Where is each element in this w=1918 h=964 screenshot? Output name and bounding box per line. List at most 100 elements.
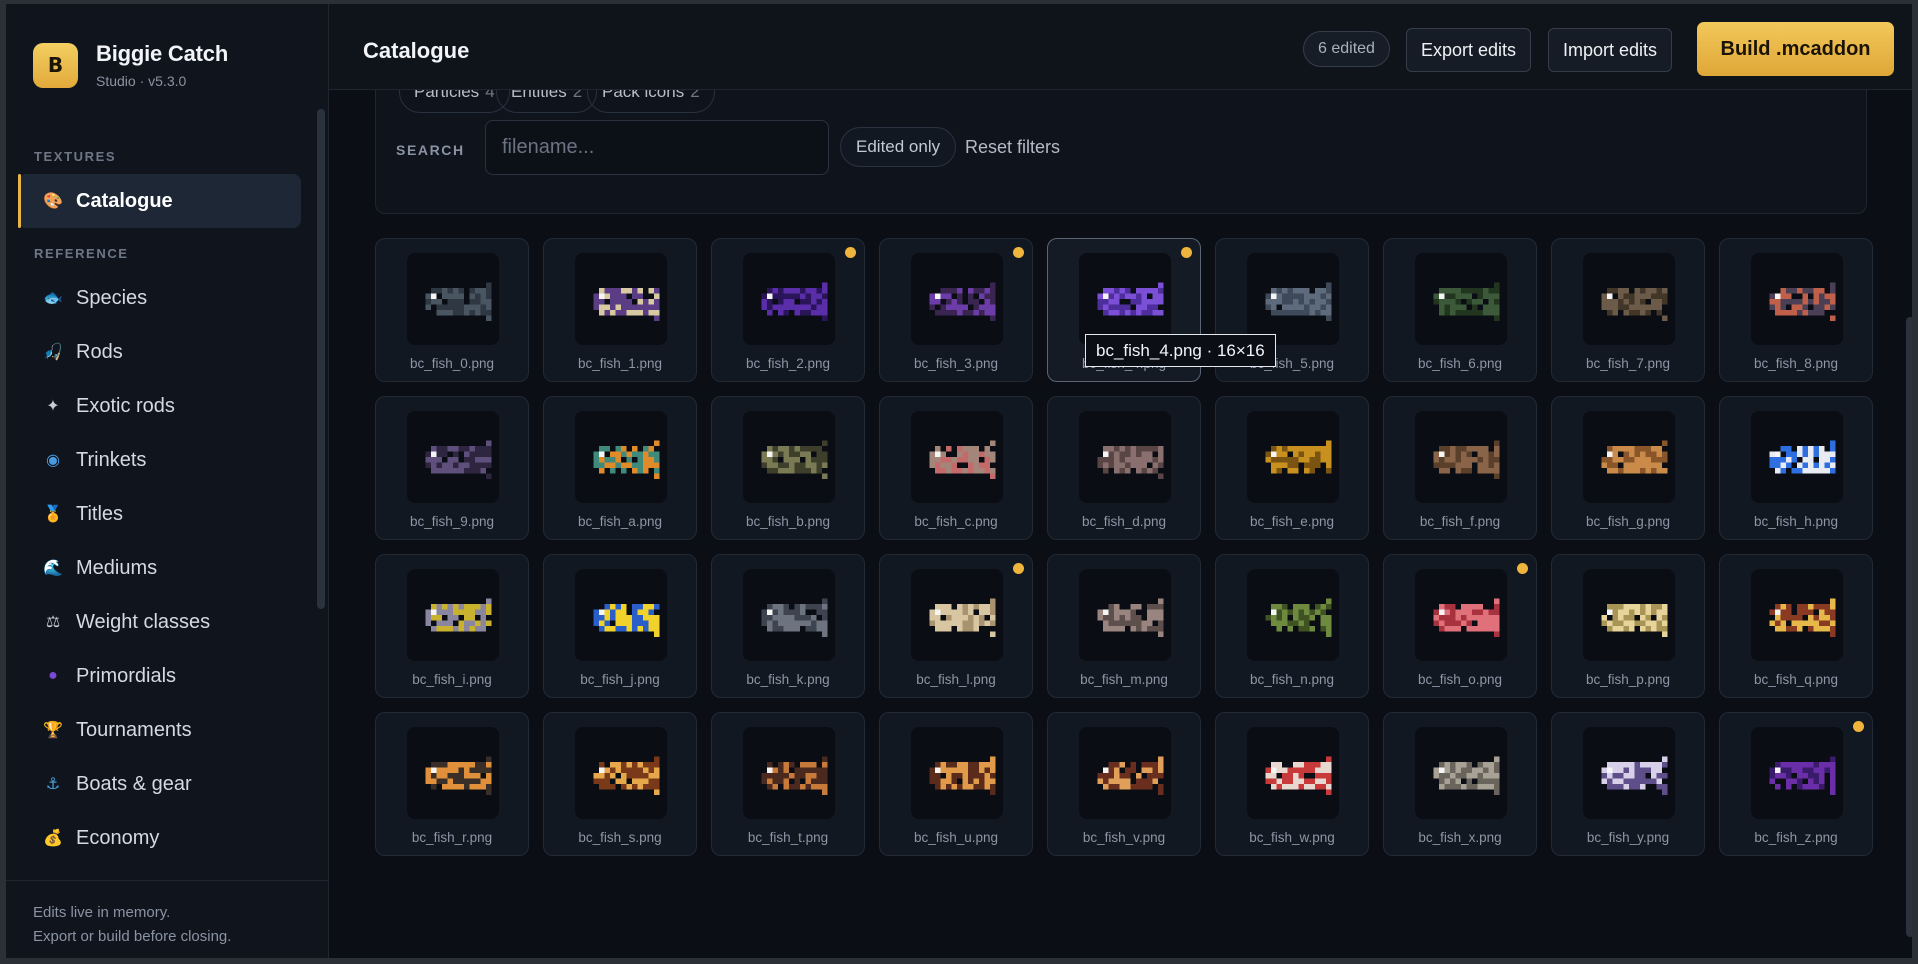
fish-sprite (593, 604, 660, 637)
search-input[interactable] (485, 120, 829, 175)
texture-tile[interactable]: bc_fish_3.png (879, 238, 1033, 382)
fish-sprite (761, 756, 828, 795)
sidebar-item-label: Primordials (76, 664, 177, 687)
build-mcaddon-button[interactable]: Build .mcaddon (1697, 22, 1894, 76)
edited-indicator-dot (1013, 247, 1024, 258)
texture-thumbnail (1415, 411, 1507, 503)
fish-sprite (1769, 282, 1836, 321)
texture-filename: bc_fish_n.png (1249, 672, 1335, 687)
fish-sprite (1433, 598, 1500, 637)
texture-tile[interactable]: bc_fish_w.png (1215, 712, 1369, 856)
texture-tile[interactable]: bc_fish_g.png (1551, 396, 1705, 540)
fish-sprite (425, 282, 492, 321)
texture-tile[interactable]: bc_fish_v.png (1047, 712, 1201, 856)
texture-thumbnail (1415, 727, 1507, 819)
fish-sprite (1601, 288, 1668, 321)
texture-filename: bc_fish_l.png (916, 672, 996, 687)
texture-thumbnail (911, 727, 1003, 819)
sidebar: B Biggie Catch Studio · v5.3.0 TEXTURES … (6, 4, 329, 958)
trinket-icon: ◉ (46, 452, 60, 469)
texture-tile[interactable]: bc_fish_9.png (375, 396, 529, 540)
sidebar-item-label: Mediums (76, 556, 158, 579)
texture-tile[interactable]: bc_fish_y.png (1551, 712, 1705, 856)
texture-filename: bc_fish_r.png (411, 830, 493, 845)
fish-sprite (761, 282, 828, 321)
filter-chip[interactable]: Entities 2 (496, 90, 598, 113)
filter-chip[interactable]: Pack icons 2 (587, 90, 715, 113)
sidebar-item-exotic-rods[interactable]: ✦ Exotic rods (18, 379, 301, 433)
sidebar-item-economy[interactable]: 💰 Economy (18, 811, 301, 865)
texture-thumbnail (1079, 253, 1171, 345)
nav-section-heading: TEXTURES (34, 149, 117, 164)
texture-tile[interactable]: bc_fish_c.png (879, 396, 1033, 540)
sidebar-item-label: Titles (76, 502, 124, 525)
sidebar-item-species[interactable]: 🐟 Species (18, 271, 301, 325)
sidebar-item-primordials[interactable]: ● Primordials (18, 649, 301, 703)
main-scrollbar[interactable] (1906, 317, 1912, 937)
texture-tile[interactable]: bc_fish_h.png (1719, 396, 1873, 540)
sidebar-item-tournaments[interactable]: 🏆 Tournaments (18, 703, 301, 757)
texture-tile[interactable]: bc_fish_8.png (1719, 238, 1873, 382)
texture-tile[interactable]: bc_fish_a.png (543, 396, 697, 540)
texture-tile[interactable]: bc_fish_b.png (711, 396, 865, 540)
texture-tile[interactable]: bc_fish_k.png (711, 554, 865, 698)
reset-filters-button[interactable]: Reset filters (965, 137, 1060, 158)
texture-thumbnail (407, 569, 499, 661)
texture-tile[interactable]: bc_fish_s.png (543, 712, 697, 856)
orb-icon: ● (48, 667, 58, 684)
fish-sprite (929, 756, 996, 795)
texture-tile[interactable]: bc_fish_e.png (1215, 396, 1369, 540)
texture-tile[interactable]: bc_fish_u.png (879, 712, 1033, 856)
sidebar-scrollbar[interactable] (317, 109, 325, 609)
texture-tile[interactable]: bc_fish_6.png (1383, 238, 1537, 382)
texture-tile[interactable]: bc_fish_2.png (711, 238, 865, 382)
edited-count-badge: 6 edited (1303, 31, 1390, 67)
texture-tile[interactable]: bc_fish_r.png (375, 712, 529, 856)
fish-sprite (1433, 282, 1500, 321)
edited-only-toggle[interactable]: Edited only (840, 127, 957, 167)
texture-tile[interactable]: bc_fish_m.png (1047, 554, 1201, 698)
texture-tile[interactable]: bc_fish_1.png (543, 238, 697, 382)
sidebar-item-weight-classes[interactable]: ⚖ Weight classes (18, 595, 301, 649)
texture-filename: bc_fish_e.png (1249, 514, 1335, 529)
texture-filename: bc_fish_f.png (1419, 514, 1501, 529)
texture-tile[interactable]: bc_fish_i.png (375, 554, 529, 698)
sidebar-item-catalogue[interactable]: 🎨 Catalogue (18, 174, 301, 228)
texture-tile[interactable]: bc_fish_n.png (1215, 554, 1369, 698)
texture-tile[interactable]: bc_fish_o.png (1383, 554, 1537, 698)
filter-chip[interactable]: Particles 4 (399, 90, 510, 113)
import-edits-button[interactable]: Import edits (1548, 28, 1673, 72)
texture-thumbnail (1583, 569, 1675, 661)
texture-tile[interactable]: bc_fish_z.png (1719, 712, 1873, 856)
texture-filename: bc_fish_p.png (1585, 672, 1671, 687)
sidebar-item-trinkets[interactable]: ◉ Trinkets (18, 433, 301, 487)
texture-tile[interactable]: bc_fish_q.png (1719, 554, 1873, 698)
texture-tile[interactable]: bc_fish_l.png (879, 554, 1033, 698)
sidebar-item-boats-gear[interactable]: ⚓ Boats & gear (18, 757, 301, 811)
fish-sprite (761, 598, 828, 637)
texture-filename: bc_fish_c.png (914, 514, 998, 529)
sidebar-item-mediums[interactable]: 🌊 Mediums (18, 541, 301, 595)
sidebar-item-titles[interactable]: 🏅 Titles (18, 487, 301, 541)
app-window: B Biggie Catch Studio · v5.3.0 TEXTURES … (0, 0, 1918, 964)
sidebar-item-label: Economy (76, 826, 160, 849)
sidebar-item-rods[interactable]: 🎣 Rods (18, 325, 301, 379)
texture-tile[interactable]: bc_fish_0.png (375, 238, 529, 382)
scale-icon: ⚖ (45, 614, 61, 631)
filter-chip-label: Pack icons (602, 90, 685, 101)
texture-tile[interactable]: bc_fish_7.png (1551, 238, 1705, 382)
fish-sprite (1265, 598, 1332, 637)
texture-tile[interactable]: bc_fish_t.png (711, 712, 865, 856)
texture-tile[interactable]: bc_fish_x.png (1383, 712, 1537, 856)
edited-indicator-dot (1013, 563, 1024, 574)
texture-tile[interactable]: bc_fish_f.png (1383, 396, 1537, 540)
texture-tile[interactable]: bc_fish_p.png (1551, 554, 1705, 698)
fish-sprite (1265, 282, 1332, 321)
fish-sprite (1265, 756, 1332, 795)
texture-filename: bc_fish_i.png (412, 672, 492, 687)
texture-filename: bc_fish_3.png (913, 356, 999, 371)
texture-tile[interactable]: bc_fish_d.png (1047, 396, 1201, 540)
export-edits-button[interactable]: Export edits (1406, 28, 1532, 72)
texture-filename: bc_fish_s.png (578, 830, 662, 845)
texture-tile[interactable]: bc_fish_j.png (543, 554, 697, 698)
